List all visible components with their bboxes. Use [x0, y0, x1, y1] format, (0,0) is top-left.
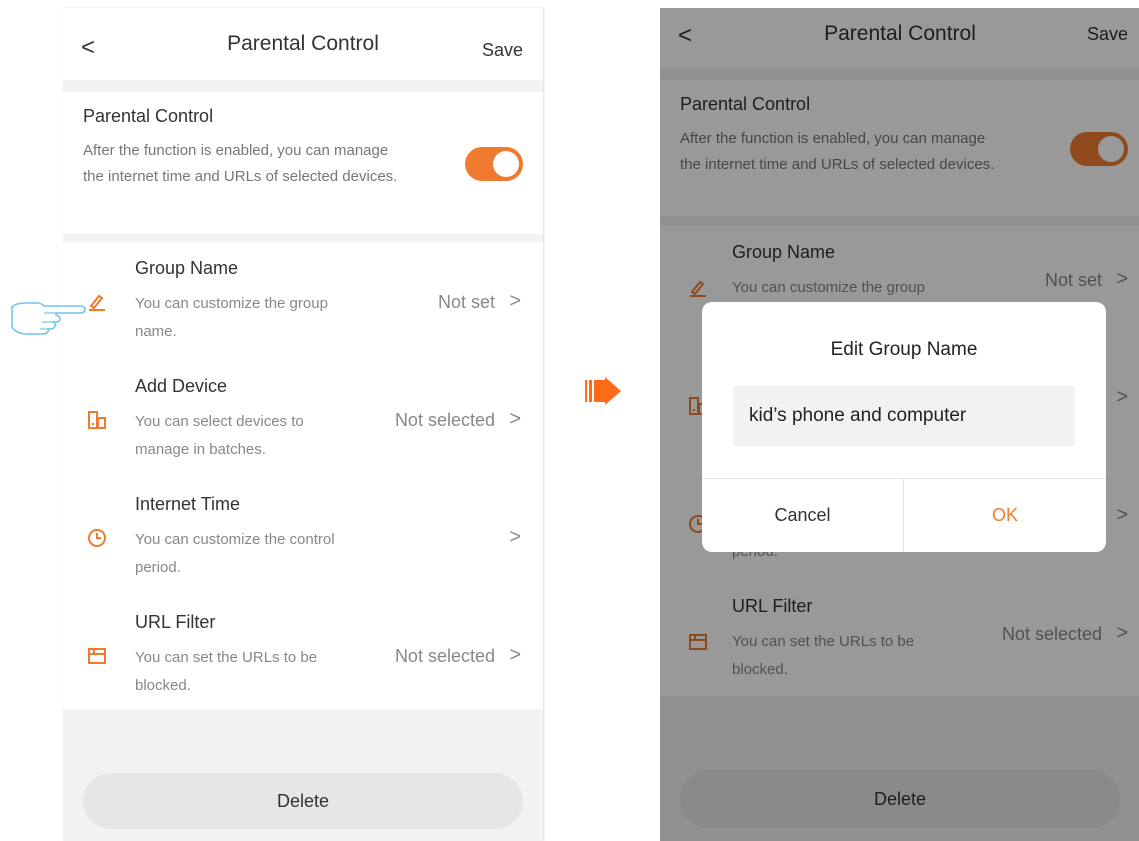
nav-bar: < Parental Control Save	[63, 8, 543, 80]
clock-icon	[87, 528, 107, 548]
save-button[interactable]: Save	[482, 40, 523, 61]
list-item-group-name[interactable]: Group Name You can customize the group n…	[63, 242, 543, 360]
item-title: Group Name	[135, 258, 239, 278]
item-subtitle: You can select devices to manage in batc…	[135, 413, 304, 458]
arrow-right-icon	[585, 377, 621, 405]
section-description: After the function is enabled, you can m…	[83, 142, 398, 185]
parental-control-section: Parental Control After the function is e…	[63, 92, 543, 234]
item-title: URL Filter	[135, 612, 216, 632]
delete-button[interactable]: Delete	[83, 773, 523, 829]
settings-list: Group Name You can customize the group n…	[63, 242, 543, 709]
chevron-right-icon: >	[509, 526, 521, 548]
item-subtitle: You can set the URLs to be blocked.	[135, 649, 318, 694]
item-title: Add Device	[135, 376, 228, 396]
dialog-title: Edit Group Name	[830, 339, 978, 360]
item-subtitle: You can customize the control period.	[135, 531, 335, 576]
parental-control-toggle[interactable]	[465, 147, 523, 181]
edit-group-name-dialog: Edit Group Name kid’s phone and computer…	[702, 302, 1106, 552]
list-item-url-filter[interactable]: URL Filter You can set the URLs to be bl…	[63, 596, 543, 714]
ok-button[interactable]: OK	[904, 479, 1106, 552]
item-title: Internet Time	[135, 494, 241, 514]
chevron-right-icon: >	[509, 408, 521, 430]
item-value: Not selected	[394, 410, 495, 430]
section-heading: Parental Control	[83, 106, 214, 126]
list-item-add-device[interactable]: Add Device You can select devices to man…	[63, 360, 543, 478]
item-value: Not set	[437, 292, 495, 312]
group-name-input-value: kid’s phone and computer	[749, 405, 967, 426]
device-icon	[87, 410, 107, 430]
pencil-icon	[87, 292, 107, 312]
left-phone-screen: < Parental Control Save Parental Control…	[63, 8, 543, 841]
list-item-internet-time[interactable]: Internet Time You can customize the cont…	[63, 478, 543, 596]
page-title: Parental Control	[227, 32, 379, 55]
chevron-right-icon: >	[509, 644, 521, 666]
group-name-input[interactable]: kid’s phone and computer	[733, 385, 1075, 447]
pointing-hand-icon	[11, 302, 86, 335]
item-subtitle: You can customize the group name.	[135, 295, 328, 340]
url-filter-icon	[87, 646, 107, 666]
item-value: Not selected	[394, 646, 495, 666]
cancel-button[interactable]: Cancel	[702, 479, 903, 552]
chevron-right-icon: >	[509, 290, 521, 312]
toggle-knob	[493, 151, 519, 177]
